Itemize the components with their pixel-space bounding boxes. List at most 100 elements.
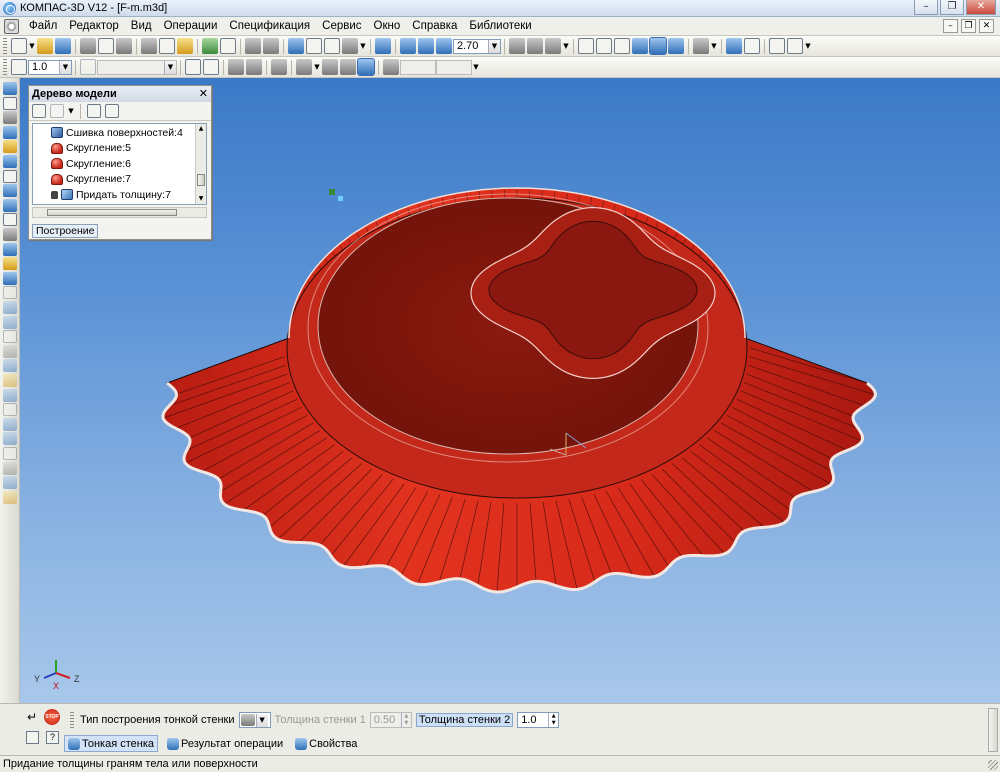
- sheet-icon[interactable]: [3, 476, 17, 490]
- chevron-down-icon[interactable]: ▼: [67, 107, 75, 115]
- measure-icon[interactable]: [726, 38, 742, 54]
- menu-editor[interactable]: Редактор: [63, 17, 125, 36]
- thickness2-input[interactable]: 1.0 ▲ ▼: [517, 712, 560, 728]
- menu-file[interactable]: Файл: [23, 17, 63, 36]
- save-icon[interactable]: [55, 38, 71, 54]
- copy-icon[interactable]: [159, 38, 175, 54]
- tree-vertical-scrollbar[interactable]: ▲ ▼: [195, 124, 206, 204]
- stop-button[interactable]: STOP: [44, 709, 60, 725]
- surface-icon[interactable]: [3, 417, 17, 431]
- chevron-down-icon[interactable]: ▼: [488, 39, 500, 53]
- tab-construction[interactable]: Построение: [32, 224, 99, 238]
- spin-arrows-icon[interactable]: ▲ ▼: [400, 713, 411, 727]
- toolbar-grip[interactable]: [3, 59, 7, 75]
- coord-x-field[interactable]: [400, 59, 436, 75]
- thin-hidden-lines-icon[interactable]: [614, 38, 630, 54]
- boolean-icon[interactable]: [3, 461, 17, 475]
- shaded-icon[interactable]: [632, 38, 648, 54]
- shaded-edges-icon[interactable]: [649, 37, 667, 55]
- toolbar-grip[interactable]: [3, 38, 7, 54]
- resize-grip-icon[interactable]: [988, 760, 998, 770]
- curves-icon[interactable]: [3, 111, 17, 125]
- snap-local-icon[interactable]: [340, 59, 356, 75]
- chevron-down-icon[interactable]: ▼: [313, 63, 321, 71]
- menu-operations[interactable]: Операции: [158, 17, 224, 36]
- ortho-icon[interactable]: [322, 59, 338, 75]
- thicken-tool-icon[interactable]: [3, 432, 17, 446]
- help-icon[interactable]: ?: [46, 731, 59, 744]
- menu-view[interactable]: Вид: [125, 17, 158, 36]
- manager-icon[interactable]: [288, 38, 304, 54]
- cut-icon[interactable]: [141, 38, 157, 54]
- menu-service[interactable]: Сервис: [316, 17, 367, 36]
- mirror-icon[interactable]: [3, 403, 17, 417]
- zoom-scale-icon[interactable]: [436, 38, 452, 54]
- tab-thin-wall[interactable]: Тонкая стенка: [64, 735, 159, 752]
- chamfer-icon[interactable]: [3, 330, 17, 344]
- tree-view-icon[interactable]: [769, 38, 785, 54]
- panel-scrollbar[interactable]: [988, 708, 998, 752]
- parameters-icon[interactable]: [787, 38, 803, 54]
- close-window-button[interactable]: ✕: [966, 0, 996, 15]
- edit-icon[interactable]: [3, 96, 17, 110]
- local-cs-icon[interactable]: [185, 59, 201, 75]
- split-icon[interactable]: [3, 447, 17, 460]
- pan-icon[interactable]: [509, 38, 525, 54]
- tree-list-icon[interactable]: [87, 104, 101, 118]
- scroll-up-icon[interactable]: ▲: [197, 124, 205, 133]
- tree-item-thicken[interactable]: Придать толщину:7: [51, 187, 206, 203]
- chevron-down-icon[interactable]: ▼: [710, 42, 718, 50]
- maximize-button[interactable]: ❐: [940, 0, 964, 15]
- fillet-tool-icon[interactable]: [3, 315, 17, 329]
- paste-icon[interactable]: [177, 38, 193, 54]
- zoom-window-icon[interactable]: [375, 38, 391, 54]
- auto-create-icon[interactable]: [26, 731, 39, 744]
- shell-icon[interactable]: [3, 344, 17, 358]
- redo-icon[interactable]: [263, 38, 279, 54]
- model-tree-list[interactable]: Сшивка поверхностей:4 Скругление:5 Скруг…: [32, 123, 207, 205]
- scroll-thumb[interactable]: [47, 209, 177, 216]
- tree-item-fillet-7[interactable]: Скругление:7: [51, 172, 206, 188]
- tab-properties[interactable]: Свойства: [292, 735, 360, 752]
- undo-icon[interactable]: [245, 38, 261, 54]
- chevron-down-icon[interactable]: ▼: [28, 42, 36, 50]
- doc-close-button[interactable]: ✕: [979, 19, 994, 33]
- array-icon[interactable]: [3, 388, 17, 402]
- print-icon[interactable]: [80, 38, 96, 54]
- printer-icon[interactable]: [116, 38, 132, 54]
- tree-horizontal-scrollbar[interactable]: [32, 207, 207, 218]
- panel-grip[interactable]: [70, 712, 74, 728]
- orientation-plane-icon[interactable]: [203, 59, 219, 75]
- toolbar-overflow-icon[interactable]: ▼: [804, 42, 812, 50]
- zoom-combo[interactable]: 2.70 ▼: [453, 38, 501, 54]
- spec-icon[interactable]: [3, 155, 17, 168]
- select-icon[interactable]: [3, 82, 17, 95]
- chevron-down-icon[interactable]: ▼: [59, 60, 71, 74]
- scroll-thumb[interactable]: [197, 174, 205, 186]
- chevron-down-icon[interactable]: ▼: [562, 42, 570, 50]
- wall-type-combo[interactable]: ▼: [238, 712, 271, 728]
- coordinates-icon[interactable]: [383, 59, 399, 75]
- tree-structure-icon[interactable]: [32, 104, 46, 118]
- properties-grid-icon[interactable]: [220, 38, 236, 54]
- tree-item-fillet-5[interactable]: Скругление:5: [51, 141, 206, 157]
- report-icon[interactable]: [3, 169, 17, 183]
- step-cursor-icon[interactable]: [11, 59, 27, 75]
- coord-y-field[interactable]: [436, 59, 472, 75]
- menu-libraries[interactable]: Библиотеки: [463, 17, 537, 36]
- filter-icon[interactable]: [693, 38, 709, 54]
- parametric-mode-icon[interactable]: [271, 59, 287, 75]
- thickness1-input[interactable]: 0.50 ▲ ▼: [369, 712, 412, 728]
- new-document-icon[interactable]: [11, 38, 27, 54]
- variables-fx-icon[interactable]: [324, 38, 340, 54]
- open-folder-icon[interactable]: [37, 38, 53, 54]
- orientation-icon[interactable]: [545, 38, 561, 54]
- close-icon[interactable]: ✕: [199, 86, 208, 102]
- hole-icon[interactable]: [3, 374, 17, 387]
- hidden-lines-icon[interactable]: [596, 38, 612, 54]
- wireframe-icon[interactable]: [578, 38, 594, 54]
- tree-item-stitch[interactable]: Сшивка поверхностей:4: [51, 125, 206, 141]
- print-preview-icon[interactable]: [98, 38, 114, 54]
- designation-icon[interactable]: [3, 140, 17, 154]
- measure-icon[interactable]: [3, 184, 17, 198]
